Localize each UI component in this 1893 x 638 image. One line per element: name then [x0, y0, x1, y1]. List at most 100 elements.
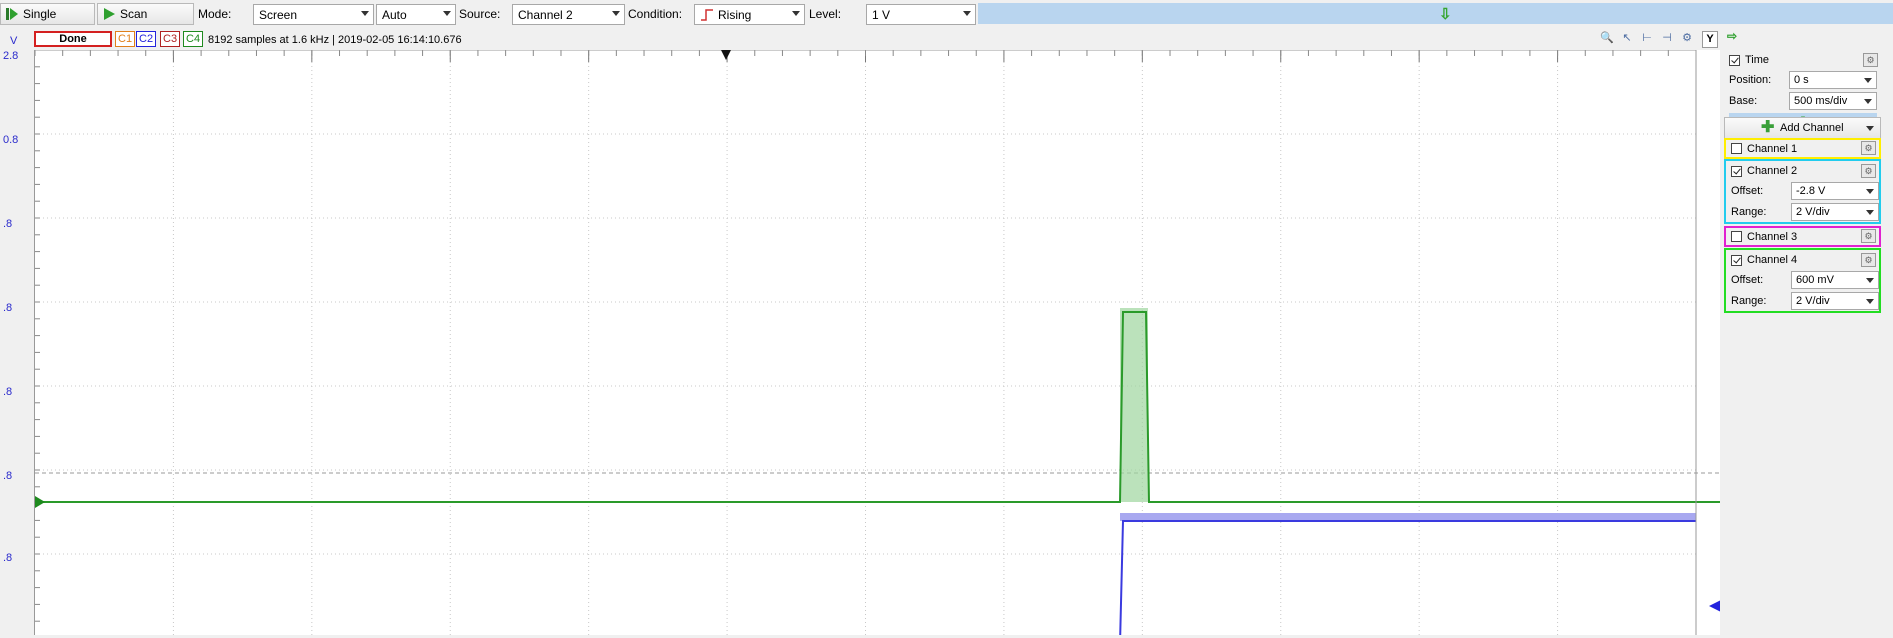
channel-3-card: Channel 3 ⚙ [1724, 226, 1881, 247]
channel-2-offset-row: Offset: -2.8 V [1726, 181, 1879, 202]
mode-value: Screen [259, 7, 298, 22]
add-channel-label: Add Channel [1780, 122, 1844, 134]
chevron-down-icon [1864, 99, 1872, 104]
level-select[interactable]: 1 V [866, 4, 976, 25]
toolbar: Single Scan Mode: Screen Auto Source: Ch… [0, 0, 1893, 29]
offset-label: Offset: [1731, 185, 1764, 197]
channel-4-header: Channel 4 ⚙ [1726, 250, 1879, 270]
channel-4-range-select[interactable]: 2 V/div [1791, 292, 1879, 310]
time-checkbox[interactable] [1729, 54, 1740, 66]
chevron-down-icon [1866, 299, 1874, 304]
base-value: 500 ms/div [1794, 95, 1848, 107]
gear-icon[interactable]: ⚙ [1861, 253, 1876, 267]
trigger-position-marker[interactable] [721, 50, 731, 60]
mode-select[interactable]: Screen [253, 4, 374, 25]
condition-value: Rising [718, 7, 752, 22]
range-label: Range: [1731, 206, 1767, 218]
y-tick-label: .8 [3, 470, 13, 482]
scope-plot-svg [34, 49, 1721, 638]
chevron-down-icon [1866, 210, 1874, 215]
y-tick-label: .8 [3, 302, 13, 314]
auto-select[interactable]: Auto [376, 4, 456, 25]
chevron-down-icon [963, 11, 971, 16]
scan-button[interactable]: Scan [97, 3, 194, 25]
gear-icon[interactable]: ⚙ [1680, 31, 1694, 45]
base-select[interactable]: 500 ms/div [1789, 92, 1877, 110]
scope-plot-area[interactable] [34, 49, 1721, 638]
y-tick-label: .8 [3, 386, 13, 398]
offset-value: 600 mV [1796, 274, 1834, 286]
rising-edge-icon [701, 8, 713, 21]
cursor-right-icon[interactable]: ⊣ [1660, 31, 1674, 45]
chevron-down-icon [443, 11, 451, 16]
offset-label: Offset: [1731, 274, 1764, 286]
trigger-level-slider[interactable]: ⇩ [978, 3, 1893, 24]
channel-1-checkbox[interactable] [1731, 143, 1742, 154]
channel-tag-c3[interactable]: C3 [160, 31, 181, 47]
y-unit-label: V [10, 35, 18, 47]
y-axis-button[interactable]: Y [1702, 31, 1718, 48]
level-value: 1 V [872, 7, 891, 22]
channel-2-title: Channel 2 [1747, 165, 1798, 177]
y-tick-label: .8 [3, 552, 13, 564]
offset-value: -2.8 V [1796, 185, 1826, 197]
channel-1-card: Channel 1 ⚙ [1724, 138, 1881, 159]
chevron-down-icon [361, 11, 369, 16]
gear-icon[interactable]: ⚙ [1863, 53, 1878, 67]
c4-envelope [1120, 308, 1148, 502]
channel-3-header: Channel 3 ⚙ [1726, 228, 1879, 245]
single-label: Single [23, 7, 57, 21]
gear-icon[interactable]: ⚙ [1861, 141, 1876, 155]
plot-grid [34, 49, 1696, 635]
down-arrow-icon: ⇩ [1439, 6, 1452, 23]
condition-label: Condition: [628, 7, 683, 21]
add-channel-button[interactable]: ✚ Add Channel [1724, 117, 1881, 139]
single-run-icon [6, 8, 18, 20]
single-button[interactable]: Single [0, 3, 95, 25]
channel-4-title: Channel 4 [1747, 254, 1798, 266]
base-label: Base: [1729, 95, 1758, 107]
zoom-icon[interactable]: 🔍 [1600, 31, 1614, 45]
level-label: Level: [809, 7, 842, 21]
time-title: Time [1745, 54, 1770, 66]
auto-value: Auto [382, 7, 407, 22]
gear-icon[interactable]: ⚙ [1861, 164, 1876, 178]
source-select[interactable]: Channel 2 [512, 4, 625, 25]
y-tick-label: 0.8 [3, 134, 19, 146]
channel-2-offset-select[interactable]: -2.8 V [1791, 182, 1879, 200]
c4-offset-marker[interactable] [35, 496, 45, 508]
cursor-left-icon[interactable]: ⊢ [1640, 31, 1654, 45]
gear-icon[interactable]: ⚙ [1861, 229, 1876, 243]
time-base-row: Base: 500 ms/div [1724, 91, 1881, 112]
position-select[interactable]: 0 s [1789, 71, 1877, 89]
channel-4-checkbox[interactable] [1731, 254, 1742, 266]
channel-2-range-select[interactable]: 2 V/div [1791, 203, 1879, 221]
channel-3-checkbox[interactable] [1731, 231, 1742, 242]
chevron-down-icon [1866, 278, 1874, 283]
collapse-arrow-icon[interactable]: ⇨ [1727, 29, 1737, 43]
range-value: 2 V/div [1796, 295, 1830, 307]
channel-4-offset-row: Offset: 600 mV [1726, 270, 1879, 291]
c2-envelope-high [1120, 513, 1696, 521]
range-label: Range: [1731, 295, 1767, 307]
source-value: Channel 2 [518, 7, 573, 22]
channel-1-header: Channel 1 ⚙ [1726, 140, 1879, 157]
channel-4-offset-select[interactable]: 600 mV [1791, 271, 1879, 289]
chevron-down-icon [1864, 78, 1872, 83]
time-header: Time ⚙ [1724, 50, 1881, 70]
channel-2-checkbox[interactable] [1731, 165, 1742, 177]
condition-select[interactable]: Rising [694, 4, 805, 25]
chevron-down-icon [1866, 126, 1874, 131]
channel-3-title: Channel 3 [1747, 230, 1798, 243]
channel-1-title: Channel 1 [1747, 142, 1798, 155]
channel-2-card: Channel 2 ⚙ Offset: -2.8 V Range: 2 V/di… [1724, 159, 1881, 224]
channel-tag-c1[interactable]: C1 [115, 31, 136, 47]
right-panel: ⇨ Time ⚙ Position: 0 s Base: 500 ms/div … [1720, 29, 1893, 635]
channel-tag-c4[interactable]: C4 [183, 31, 204, 47]
chevron-down-icon [612, 11, 620, 16]
scan-label: Scan [120, 7, 148, 21]
mode-label: Mode: [198, 7, 232, 21]
channel-tag-c2[interactable]: C2 [136, 31, 157, 47]
channel-2-range-row: Range: 2 V/div [1726, 202, 1879, 223]
pointer-icon[interactable]: ↖ [1620, 31, 1634, 45]
